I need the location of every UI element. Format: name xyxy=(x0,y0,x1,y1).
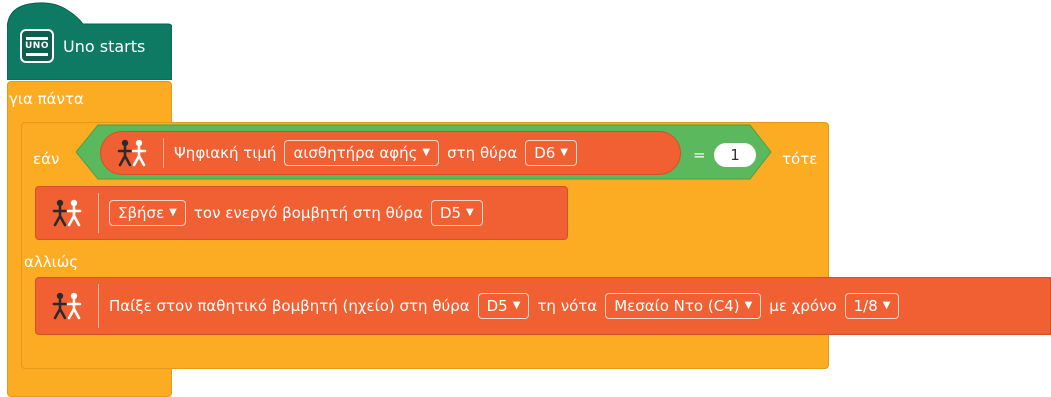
caret-down-icon: ▼ xyxy=(882,300,891,311)
condition-port-value: D6 xyxy=(534,144,556,162)
else-port-value: D5 xyxy=(486,297,508,315)
caret-down-icon: ▼ xyxy=(466,207,474,218)
equals-operator: = xyxy=(693,146,706,164)
digital-read-reporter[interactable]: Ψηφιακή τιμή αισθητήρα αφής ▼ στη θύρα D… xyxy=(100,131,681,175)
forever-label: για πάντα xyxy=(9,90,84,108)
digital-read-label: Ψηφιακή τιμή xyxy=(174,143,277,162)
sensor-dropdown[interactable]: αισθητήρα αφής ▼ xyxy=(284,140,440,166)
then-label: τότε xyxy=(782,150,818,168)
then-buzzer-block[interactable]: Σβήσε ▼ τον ενεργό βομβητή στη θύρα D5 ▼ xyxy=(35,186,568,240)
people-icon xyxy=(117,139,147,167)
condition-port-dropdown[interactable]: D6 ▼ xyxy=(525,140,577,166)
caret-down-icon: ▼ xyxy=(169,207,177,218)
buzzer-mode-value: Σβήσε xyxy=(118,204,165,222)
hat-label: Uno starts xyxy=(63,37,146,56)
then-port-value: D5 xyxy=(439,204,462,222)
caret-down-icon: ▼ xyxy=(422,147,431,158)
time-dropdown[interactable]: 1/8 ▼ xyxy=(844,293,900,319)
people-icon xyxy=(52,199,82,227)
buzzer-mode-dropdown[interactable]: Σβήσε ▼ xyxy=(109,200,186,226)
if-label: εάν xyxy=(33,150,60,168)
sensor-dropdown-value: αισθητήρα αφής xyxy=(293,144,418,162)
caret-down-icon: ▼ xyxy=(744,300,753,311)
note-label: τη νότα xyxy=(537,296,598,315)
time-label: με χρόνο xyxy=(769,296,837,315)
active-buzzer-label: τον ενεργό βομβητή στη θύρα xyxy=(193,203,423,222)
else-play-note-block[interactable]: Παίξε στον παθητικό βομβητή (ηχείο) στη … xyxy=(35,277,1051,335)
passive-buzzer-label: Παίξε στον παθητικό βομβητή (ηχείο) στη … xyxy=(109,296,470,315)
time-value: 1/8 xyxy=(853,297,878,315)
note-value: Μεσαίο Ντο (C4) xyxy=(614,297,740,315)
condition-port-label: στη θύρα xyxy=(447,143,518,162)
uno-board-icon: UNO xyxy=(20,29,54,63)
then-port-dropdown[interactable]: D5 ▼ xyxy=(430,200,483,226)
else-label: αλλιώς xyxy=(24,253,79,271)
note-dropdown[interactable]: Μεσαίο Ντο (C4) ▼ xyxy=(605,293,762,319)
else-port-dropdown[interactable]: D5 ▼ xyxy=(477,293,530,319)
caret-down-icon: ▼ xyxy=(512,300,521,311)
people-icon xyxy=(52,292,82,320)
compare-value-input[interactable]: 1 xyxy=(714,143,756,167)
uno-icon-label: UNO xyxy=(25,40,49,51)
caret-down-icon: ▼ xyxy=(560,147,568,158)
